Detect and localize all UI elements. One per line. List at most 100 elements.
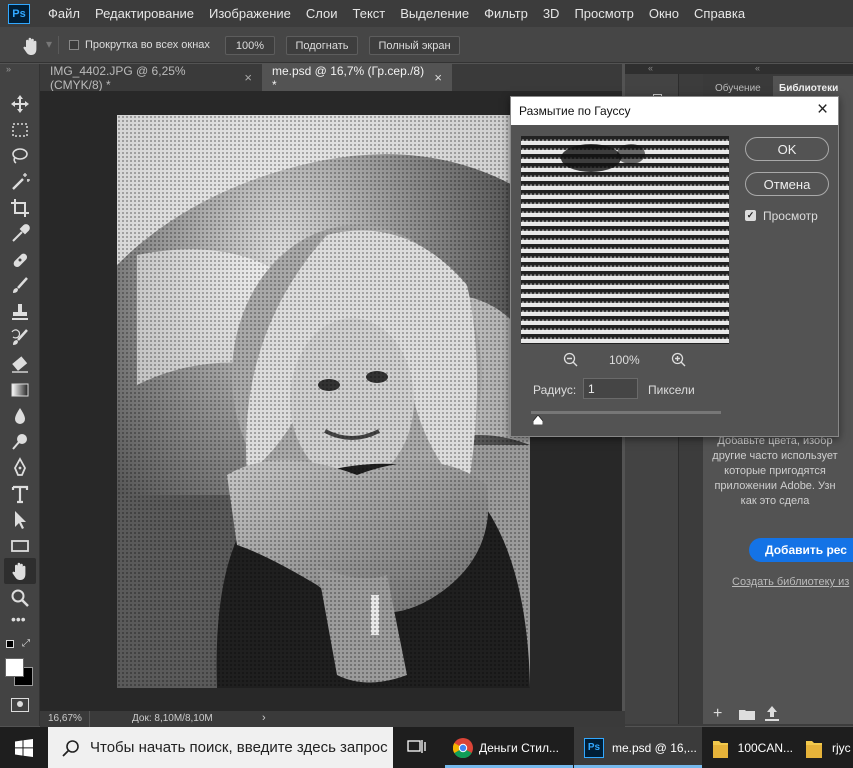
taskbar-item-folder-2[interactable]: rjyc	[796, 727, 853, 768]
collapse-icon[interactable]: «	[648, 63, 653, 73]
collapse-icon[interactable]: »	[6, 64, 11, 74]
chrome-icon	[453, 737, 473, 758]
blur-preview[interactable]	[521, 136, 729, 344]
scroll-all-label: Прокрутка во всех окнах	[85, 39, 210, 51]
radius-label: Радиус:	[533, 383, 577, 397]
document-image[interactable]	[117, 115, 530, 688]
menu-filter[interactable]: Фильтр	[484, 6, 528, 21]
quick-mask-icon[interactable]	[11, 698, 29, 712]
taskbar-item-chrome[interactable]: Деньги Стил...	[445, 727, 573, 768]
zoom-100-button[interactable]: 100%	[225, 36, 275, 55]
zoom-out-icon[interactable]	[563, 352, 579, 368]
magic-wand-tool-icon[interactable]	[8, 170, 32, 194]
desc-line: другие часто использует	[712, 450, 838, 462]
menu-file[interactable]: Файл	[48, 6, 80, 21]
taskbar-item-photoshop[interactable]: Ps me.psd @ 16,...	[574, 727, 702, 768]
document-tab-bar: » IMG_4402.JPG @ 6,25% (CMYK/8) * × me.p…	[6, 63, 622, 92]
tab-label: IMG_4402.JPG @ 6,25% (CMYK/8) *	[50, 63, 186, 92]
status-bar: 16,67% Док: 8,10M/8,10M ›	[40, 711, 625, 727]
menu-edit[interactable]: Редактирование	[95, 6, 194, 21]
cancel-button[interactable]: Отмена	[745, 172, 829, 196]
foreground-color-swatch[interactable]	[5, 658, 24, 677]
toolbar: » ••• ⤢	[0, 64, 40, 726]
add-resource-button[interactable]: Добавить рес	[749, 538, 853, 562]
menu-select[interactable]: Выделение	[400, 6, 469, 21]
tab-libraries[interactable]: Библиотеки	[779, 83, 838, 94]
dialog-title: Размытие по Гауссу	[519, 104, 631, 118]
close-icon[interactable]: ×	[434, 70, 442, 85]
gaussian-blur-dialog: Размытие по Гауссу × 100% Радиус: 1 Пикс…	[510, 96, 839, 437]
panel-header-strip	[625, 64, 853, 74]
rectangle-tool-icon[interactable]	[8, 534, 32, 558]
windows-start-icon[interactable]	[15, 739, 33, 757]
preview-label: Просмотр	[763, 209, 818, 223]
close-icon[interactable]: ×	[244, 70, 252, 85]
hand-tool-icon[interactable]	[8, 559, 32, 583]
menu-3d[interactable]: 3D	[543, 6, 560, 21]
eyedropper-tool-icon[interactable]	[8, 222, 32, 246]
radius-slider-track[interactable]	[531, 411, 721, 414]
radius-input[interactable]	[583, 378, 638, 399]
radius-unit: Пиксели	[648, 383, 695, 397]
blur-tool-icon[interactable]	[8, 404, 32, 428]
taskbar-item-folder[interactable]: 100CAN...	[703, 727, 793, 768]
halftone-photo	[117, 115, 530, 688]
swap-colors-icon[interactable]: ⤢	[22, 638, 30, 649]
crop-tool-icon[interactable]	[8, 196, 32, 220]
brush-tool-icon[interactable]	[8, 274, 32, 298]
history-brush-tool-icon[interactable]	[8, 326, 32, 350]
pen-tool-icon[interactable]	[8, 456, 32, 480]
healing-brush-tool-icon[interactable]	[8, 248, 32, 272]
tab-learn[interactable]: Обучение	[715, 83, 761, 94]
desc-line: которые пригодятся	[724, 465, 826, 477]
fill-screen-button[interactable]: Полный экран	[369, 36, 460, 55]
scroll-all-checkbox[interactable]	[69, 40, 79, 50]
radius-slider-thumb[interactable]	[533, 415, 543, 425]
create-library-link[interactable]: Создать библиотеку из	[732, 576, 849, 588]
menu-help[interactable]: Справка	[694, 6, 745, 21]
menu-view[interactable]: Просмотр	[574, 6, 633, 21]
menu-window[interactable]: Окно	[649, 6, 679, 21]
task-view-icon[interactable]	[407, 738, 427, 756]
taskbar-item-label: Деньги Стил...	[479, 740, 559, 755]
zoom-tool-icon[interactable]	[8, 586, 32, 610]
tab-me-psd[interactable]: me.psd @ 16,7% (Гр.сер./8) * ×	[262, 64, 452, 92]
upload-icon[interactable]	[765, 706, 779, 721]
taskbar-item-label: me.psd @ 16,...	[612, 740, 697, 755]
preview-checkbox[interactable]: ✓	[745, 210, 756, 221]
dodge-tool-icon[interactable]	[8, 430, 32, 454]
clone-stamp-tool-icon[interactable]	[8, 300, 32, 324]
gradient-tool-icon[interactable]	[8, 378, 32, 402]
menu-type[interactable]: Текст	[353, 6, 386, 21]
move-tool-icon[interactable]	[8, 92, 32, 116]
chevron-right-icon[interactable]: ›	[262, 712, 266, 724]
dialog-titlebar[interactable]: Размытие по Гауссу	[511, 97, 838, 125]
hand-tool-icon[interactable]	[20, 35, 42, 57]
ok-button[interactable]: OK	[745, 137, 829, 161]
fit-screen-button[interactable]: Подогнать	[286, 36, 358, 55]
add-icon[interactable]: +	[713, 705, 722, 723]
path-selection-tool-icon[interactable]	[8, 508, 32, 532]
default-colors-icon[interactable]	[6, 640, 14, 648]
type-tool-icon[interactable]	[8, 482, 32, 506]
eraser-tool-icon[interactable]	[8, 352, 32, 376]
close-icon[interactable]: ×	[817, 99, 828, 121]
zoom-in-icon[interactable]	[671, 352, 687, 368]
lasso-tool-icon[interactable]	[8, 144, 32, 168]
taskbar-item-label: rjyc	[832, 740, 851, 755]
options-bar: ▾ Прокрутка во всех окнах 100% Подогнать…	[0, 27, 853, 63]
tab-img-4402[interactable]: IMG_4402.JPG @ 6,25% (CMYK/8) * ×	[40, 63, 262, 92]
folder-icon	[806, 740, 822, 758]
dropdown-arrow-icon[interactable]: ▾	[46, 37, 52, 51]
dialog-body: 100% Радиус: Пиксели OK Отмена ✓ Просмот…	[511, 125, 838, 436]
zoom-level[interactable]: 16,67%	[48, 713, 82, 724]
menu-image[interactable]: Изображение	[209, 6, 291, 21]
taskbar-search[interactable]: Чтобы начать поиск, введите здесь запрос	[48, 727, 393, 768]
document-size: Док: 8,10M/8,10M	[132, 713, 213, 724]
menu-layers[interactable]: Слои	[306, 6, 338, 21]
marquee-tool-icon[interactable]	[8, 118, 32, 142]
collapse-icon[interactable]: «	[755, 63, 760, 73]
more-tools-icon[interactable]: •••	[11, 611, 26, 627]
desc-line: приложении Adobe. Узн	[714, 480, 836, 492]
folder-icon[interactable]	[739, 708, 755, 720]
